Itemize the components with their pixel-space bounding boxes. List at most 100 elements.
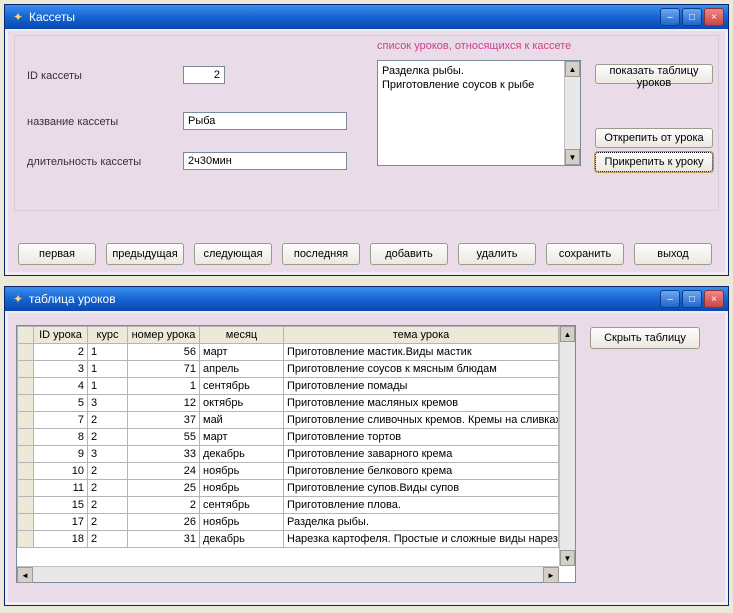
table-row[interactable]: 5312октябрьПриготовление масляных кремов — [18, 395, 559, 412]
listbox-scrollbar[interactable]: ▲ ▼ — [564, 61, 580, 165]
name-field[interactable]: Рыба — [183, 112, 347, 130]
next-button[interactable]: следующая — [194, 243, 272, 265]
id-field[interactable]: 2 — [183, 66, 225, 84]
cell-topic[interactable]: Приготовление белкового крема — [284, 463, 559, 480]
close-button[interactable]: × — [704, 8, 724, 26]
cell-month[interactable]: сентябрь — [200, 378, 284, 395]
minimize-button[interactable]: – — [660, 290, 680, 308]
cell-course[interactable]: 1 — [88, 361, 128, 378]
titlebar-lessons[interactable]: ✦ таблица уроков – □ × — [5, 287, 728, 311]
show-table-button[interactable]: показать таблицу уроков — [595, 64, 713, 84]
col-topic[interactable]: тема урока — [284, 327, 559, 344]
cell-month[interactable]: май — [200, 412, 284, 429]
cell-month[interactable]: ноябрь — [200, 480, 284, 497]
cell-id[interactable]: 7 — [34, 412, 88, 429]
cell-course[interactable]: 2 — [88, 514, 128, 531]
cell-topic[interactable]: Приготовление мастик.Виды мастик — [284, 344, 559, 361]
save-button[interactable]: сохранить — [546, 243, 624, 265]
maximize-button[interactable]: □ — [682, 8, 702, 26]
exit-button[interactable]: выход — [634, 243, 712, 265]
cell-num[interactable]: 1 — [128, 378, 200, 395]
cell-id[interactable]: 3 — [34, 361, 88, 378]
table-row[interactable]: 10224ноябрьПриготовление белкового крема — [18, 463, 559, 480]
grid-vscroll[interactable]: ▲ ▼ — [559, 326, 575, 566]
scroll-up-icon[interactable]: ▲ — [560, 326, 575, 342]
cell-num[interactable]: 56 — [128, 344, 200, 361]
table-row[interactable]: 9333декабрьПриготовление заварного крема — [18, 446, 559, 463]
cell-course[interactable]: 2 — [88, 429, 128, 446]
lessons-grid[interactable]: ID урока курс номер урока месяц тема уро… — [16, 325, 576, 583]
table-row[interactable]: 7237майПриготовление сливочных кремов. К… — [18, 412, 559, 429]
col-course[interactable]: курс — [88, 327, 128, 344]
list-item[interactable]: Разделка рыбы. — [382, 64, 576, 78]
cell-topic[interactable]: Нарезка картофеля. Простые и сложные вид… — [284, 531, 559, 548]
cell-course[interactable]: 2 — [88, 463, 128, 480]
cell-topic[interactable]: Приготовление помады — [284, 378, 559, 395]
hide-table-button[interactable]: Скрыть таблицу — [590, 327, 700, 349]
maximize-button[interactable]: □ — [682, 290, 702, 308]
cell-num[interactable]: 33 — [128, 446, 200, 463]
cell-month[interactable]: ноябрь — [200, 463, 284, 480]
length-field[interactable]: 2ч30мин — [183, 152, 347, 170]
cell-num[interactable]: 12 — [128, 395, 200, 412]
delete-button[interactable]: удалить — [458, 243, 536, 265]
cell-id[interactable]: 15 — [34, 497, 88, 514]
lessons-listbox[interactable]: Разделка рыбы.Приготовление соусов к рыб… — [377, 60, 581, 166]
cell-num[interactable]: 31 — [128, 531, 200, 548]
last-button[interactable]: последняя — [282, 243, 360, 265]
table-row[interactable]: 11225ноябрьПриготовление супов.Виды супо… — [18, 480, 559, 497]
add-button[interactable]: добавить — [370, 243, 448, 265]
cell-id[interactable]: 18 — [34, 531, 88, 548]
table-row[interactable]: 1522сентябрьПриготовление плова. — [18, 497, 559, 514]
prev-button[interactable]: предыдущая — [106, 243, 184, 265]
scroll-left-icon[interactable]: ◄ — [17, 567, 33, 583]
cell-num[interactable]: 55 — [128, 429, 200, 446]
scroll-down-icon[interactable]: ▼ — [565, 149, 580, 165]
cell-topic[interactable]: Приготовление супов.Виды супов — [284, 480, 559, 497]
cell-course[interactable]: 2 — [88, 497, 128, 514]
table-row[interactable]: 3171апрельПриготовление соусов к мясным … — [18, 361, 559, 378]
cell-month[interactable]: декабрь — [200, 531, 284, 548]
cell-num[interactable]: 25 — [128, 480, 200, 497]
list-item[interactable]: Приготовление соусов к рыбе — [382, 78, 576, 92]
cell-num[interactable]: 26 — [128, 514, 200, 531]
cell-num[interactable]: 37 — [128, 412, 200, 429]
table-row[interactable]: 8255мартПриготовление тортов — [18, 429, 559, 446]
cell-id[interactable]: 10 — [34, 463, 88, 480]
cell-id[interactable]: 11 — [34, 480, 88, 497]
table-row[interactable]: 2156мартПриготовление мастик.Виды мастик — [18, 344, 559, 361]
cell-id[interactable]: 5 — [34, 395, 88, 412]
table-row[interactable]: 17226ноябрьРазделка рыбы. — [18, 514, 559, 531]
cell-topic[interactable]: Разделка рыбы. — [284, 514, 559, 531]
col-id[interactable]: ID урока — [34, 327, 88, 344]
cell-num[interactable]: 71 — [128, 361, 200, 378]
scroll-down-icon[interactable]: ▼ — [560, 550, 575, 566]
attach-button[interactable]: Прикрепить к уроку — [595, 152, 713, 172]
scroll-up-icon[interactable]: ▲ — [565, 61, 580, 77]
cell-month[interactable]: ноябрь — [200, 514, 284, 531]
grid-hscroll[interactable]: ◄ ► — [17, 566, 559, 582]
cell-topic[interactable]: Приготовление сливочных кремов. Кремы на… — [284, 412, 559, 429]
cell-course[interactable]: 1 — [88, 378, 128, 395]
cell-course[interactable]: 2 — [88, 531, 128, 548]
cell-num[interactable]: 24 — [128, 463, 200, 480]
cell-topic[interactable]: Приготовление тортов — [284, 429, 559, 446]
cell-month[interactable]: октябрь — [200, 395, 284, 412]
cell-id[interactable]: 4 — [34, 378, 88, 395]
titlebar-cassettes[interactable]: ✦ Кассеты – □ × — [5, 5, 728, 29]
cell-month[interactable]: сентябрь — [200, 497, 284, 514]
cell-id[interactable]: 2 — [34, 344, 88, 361]
col-month[interactable]: месяц — [200, 327, 284, 344]
cell-month[interactable]: декабрь — [200, 446, 284, 463]
cell-month[interactable]: март — [200, 344, 284, 361]
close-button[interactable]: × — [704, 290, 724, 308]
cell-course[interactable]: 2 — [88, 412, 128, 429]
cell-id[interactable]: 8 — [34, 429, 88, 446]
cell-topic[interactable]: Приготовление соусов к мясным блюдам — [284, 361, 559, 378]
cell-topic[interactable]: Приготовление заварного крема — [284, 446, 559, 463]
scroll-right-icon[interactable]: ► — [543, 567, 559, 583]
first-button[interactable]: первая — [18, 243, 96, 265]
cell-course[interactable]: 3 — [88, 395, 128, 412]
cell-topic[interactable]: Приготовление плова. — [284, 497, 559, 514]
cell-id[interactable]: 9 — [34, 446, 88, 463]
